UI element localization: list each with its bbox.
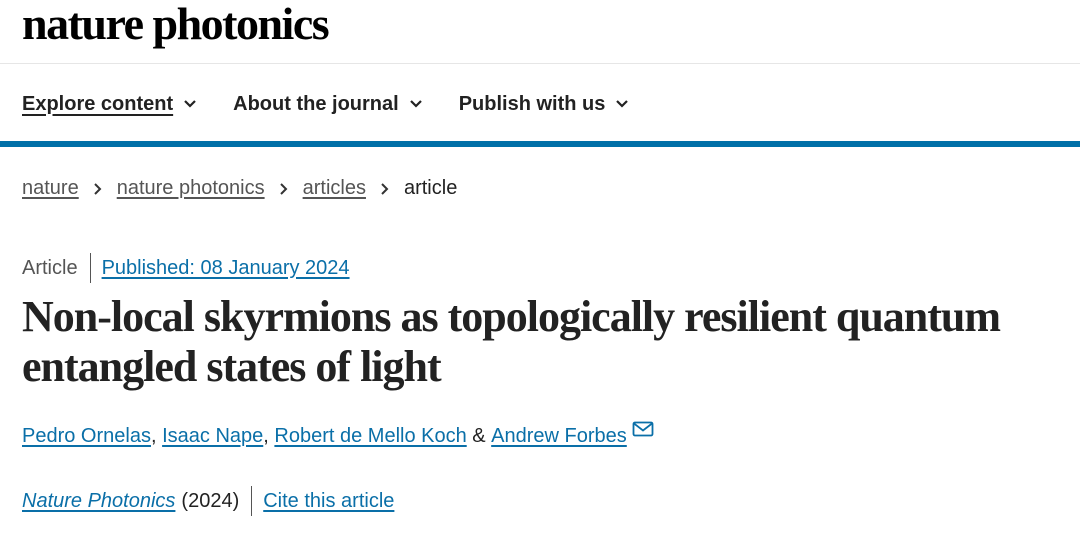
chevron-down-icon <box>616 100 629 108</box>
cite-article-link[interactable]: Cite this article <box>263 490 394 513</box>
nav-explore-content-label: Explore content <box>22 92 174 115</box>
author-list: Pedro Ornelas , Isaac Nape , Robert de M… <box>22 421 654 448</box>
author-link[interactable]: Andrew Forbes <box>491 425 627 448</box>
header-divider <box>0 63 1080 64</box>
chevron-right-icon <box>381 182 389 195</box>
meta-divider <box>89 253 91 283</box>
nav-publish-with-us-label: Publish with us <box>458 92 606 115</box>
email-icon[interactable] <box>632 421 654 437</box>
breadcrumb-articles[interactable]: articles <box>303 177 366 200</box>
journal-logo[interactable]: nature photonics <box>22 0 330 54</box>
publication-year: (2024) <box>181 489 240 512</box>
author-separator: , <box>263 425 275 447</box>
article-title: Non-local skyrmions as topologically res… <box>22 292 1001 391</box>
published-date-link[interactable]: Published: 08 January 2024 <box>102 257 350 280</box>
nav-publish-with-us[interactable]: Publish with us <box>459 93 630 116</box>
breadcrumb: nature nature photonics articles article <box>22 177 457 200</box>
main-nav: Explore content About the journal Publis… <box>22 88 665 120</box>
chevron-right-icon <box>279 182 288 195</box>
article-meta: Article Published: 08 January 2024 <box>22 253 350 283</box>
author-separator: , <box>150 425 163 447</box>
citation-line: Nature Photonics (2024) Cite this articl… <box>22 486 394 516</box>
article-type: Article <box>22 256 78 279</box>
author-separator: & <box>466 425 492 447</box>
citation-divider <box>251 486 253 516</box>
breadcrumb-nature-photonics[interactable]: nature photonics <box>117 177 265 200</box>
breadcrumb-nature[interactable]: nature <box>22 177 79 200</box>
chevron-down-icon <box>409 100 422 108</box>
breadcrumb-current: article <box>403 177 458 199</box>
accent-bar <box>0 141 1080 147</box>
author-link[interactable]: Robert de Mello Koch <box>274 425 466 448</box>
chevron-right-icon <box>94 182 102 195</box>
chevron-down-icon <box>184 100 196 108</box>
nav-explore-content[interactable]: Explore content <box>22 93 197 116</box>
author-link[interactable]: Isaac Nape <box>162 425 263 448</box>
journal-link[interactable]: Nature Photonics <box>22 490 175 513</box>
nav-about-journal[interactable]: About the journal <box>233 93 423 116</box>
nav-about-journal-label: About the journal <box>233 92 399 115</box>
author-link[interactable]: Pedro Ornelas <box>22 425 151 448</box>
